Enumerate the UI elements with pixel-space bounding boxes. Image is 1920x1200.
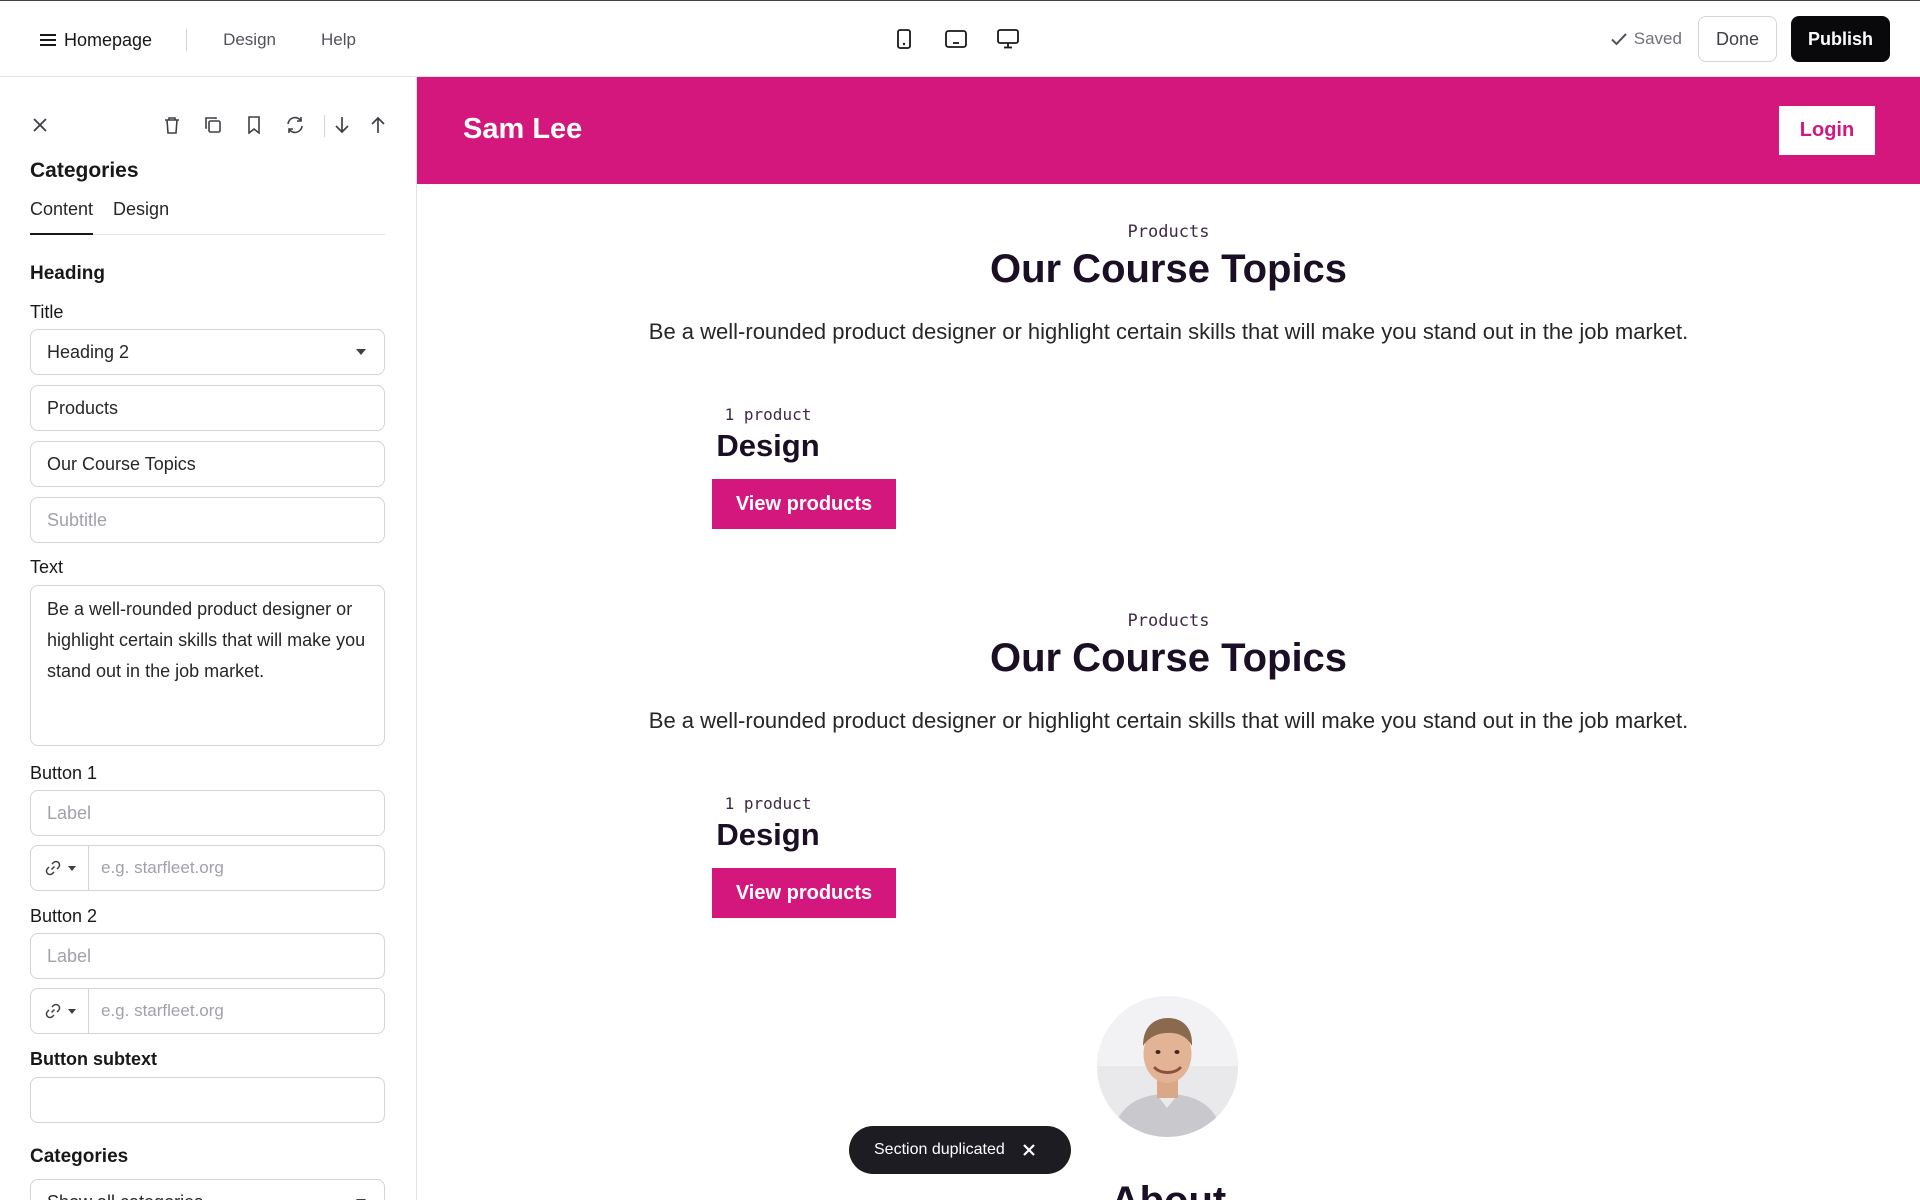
- publish-button[interactable]: Publish: [1790, 16, 1890, 62]
- section-eyebrow: Products: [1127, 611, 1210, 631]
- site-brand-name: Sam Lee: [463, 113, 583, 145]
- heading-input[interactable]: Our Course Topics: [30, 441, 385, 487]
- section-text: Be a well-rounded product designer or hi…: [648, 708, 1689, 733]
- heading-section-label: Heading: [30, 263, 105, 284]
- check-icon: [1611, 33, 1627, 46]
- link-type-dropdown[interactable]: [31, 989, 89, 1033]
- trash-icon[interactable]: [160, 113, 184, 137]
- heading-level-value: Heading 2: [47, 341, 130, 362]
- category-product-count: 1 product: [724, 794, 812, 813]
- section-settings-sidebar: Categories Content Design Heading Title …: [0, 77, 417, 1200]
- desktop-icon[interactable]: [996, 27, 1020, 51]
- move-up-icon[interactable]: [366, 113, 390, 137]
- category-name: Design: [716, 817, 820, 852]
- text-label: Text: [30, 557, 64, 577]
- button2-label: Button 2: [30, 906, 98, 926]
- button1-url-placeholder: e.g. starfleet.org: [101, 858, 224, 877]
- site-preview-canvas: Sam Lee Login Products Our Course Topics…: [417, 77, 1920, 1200]
- eyebrow-input[interactable]: Products: [30, 385, 385, 431]
- categories-select[interactable]: Show all categories: [30, 1179, 385, 1200]
- section-text: Be a well-rounded product designer or hi…: [648, 319, 1689, 344]
- button1-label-input[interactable]: Label: [30, 790, 385, 836]
- button2-url-input[interactable]: e.g. starfleet.org: [30, 988, 385, 1034]
- hamburger-icon: [40, 33, 56, 47]
- text-area[interactable]: Be a well-rounded product designer or hi…: [30, 585, 385, 746]
- saved-label: Saved: [1633, 29, 1682, 48]
- topbar-divider: [186, 29, 188, 51]
- link-icon: [45, 1003, 60, 1019]
- category-product-count: 1 product: [724, 405, 812, 424]
- site-login-button[interactable]: Login: [1779, 106, 1875, 155]
- link-icon: [45, 860, 60, 876]
- saved-status: Saved: [1610, 29, 1682, 49]
- tab-design[interactable]: Design: [113, 197, 169, 235]
- move-down-icon[interactable]: [330, 113, 354, 137]
- toast-message: Section duplicated: [874, 1141, 1005, 1158]
- link-type-dropdown[interactable]: [31, 846, 89, 890]
- categories-select-value: Show all categories: [47, 1192, 203, 1200]
- categories-section[interactable]: Products Our Course Topics Be a well-rou…: [417, 222, 1920, 602]
- mobile-icon[interactable]: [892, 27, 916, 51]
- topbar-left: Homepage Design Help: [40, 25, 401, 55]
- toolbar-divider: [324, 115, 325, 137]
- about-heading: About: [417, 1179, 1920, 1200]
- categories-section-label: Categories: [30, 1146, 129, 1167]
- button-subtext-input[interactable]: [30, 1077, 385, 1123]
- device-preview-toggle: [892, 27, 1020, 51]
- page-menu-button[interactable]: Homepage: [40, 30, 152, 51]
- topbar-right: Saved Done Publish: [1610, 16, 1890, 62]
- category-name: Design: [716, 428, 820, 463]
- close-icon[interactable]: [1021, 1142, 1037, 1158]
- tablet-icon[interactable]: [944, 27, 968, 51]
- tab-content[interactable]: Content: [30, 197, 94, 235]
- categories-section-duplicate[interactable]: Products Our Course Topics Be a well-rou…: [417, 611, 1920, 991]
- button1-label: Button 1: [30, 763, 98, 783]
- about-avatar: [1097, 996, 1238, 1137]
- refresh-icon[interactable]: [283, 113, 307, 137]
- topbar-link-help[interactable]: Help: [321, 30, 356, 50]
- sidebar-tabs: Content Design: [30, 197, 385, 235]
- close-icon[interactable]: [28, 113, 52, 137]
- site-header[interactable]: Sam Lee Login: [417, 77, 1920, 184]
- duplicate-icon[interactable]: [201, 113, 225, 137]
- section-heading: Our Course Topics: [989, 636, 1348, 680]
- chevron-down-icon: [67, 1008, 76, 1014]
- button2-url-placeholder: e.g. starfleet.org: [101, 1001, 224, 1020]
- button1-url-input[interactable]: e.g. starfleet.org: [30, 845, 385, 891]
- button-subtext-label: Button subtext: [30, 1049, 157, 1069]
- section-toolbar: [28, 113, 388, 139]
- title-label: Title: [30, 302, 64, 322]
- topbar-link-design[interactable]: Design: [223, 30, 276, 50]
- editor-topbar: Homepage Design Help Saved Done Publish: [0, 0, 1920, 77]
- chevron-down-icon: [356, 349, 366, 355]
- bookmark-icon[interactable]: [242, 113, 266, 137]
- view-products-button[interactable]: View products: [712, 479, 896, 529]
- chevron-down-icon: [67, 865, 76, 871]
- section-eyebrow: Products: [1127, 222, 1210, 242]
- done-button[interactable]: Done: [1697, 16, 1777, 62]
- toast-notification: Section duplicated: [849, 1126, 1071, 1174]
- section-heading: Our Course Topics: [989, 247, 1348, 291]
- sidebar-title: Categories: [30, 159, 139, 182]
- page-menu-label: Homepage: [64, 29, 153, 50]
- button2-label-input[interactable]: Label: [30, 933, 385, 979]
- view-products-button[interactable]: View products: [712, 868, 896, 918]
- heading-level-select[interactable]: Heading 2: [30, 329, 385, 375]
- subtitle-input[interactable]: Subtitle: [30, 497, 385, 543]
